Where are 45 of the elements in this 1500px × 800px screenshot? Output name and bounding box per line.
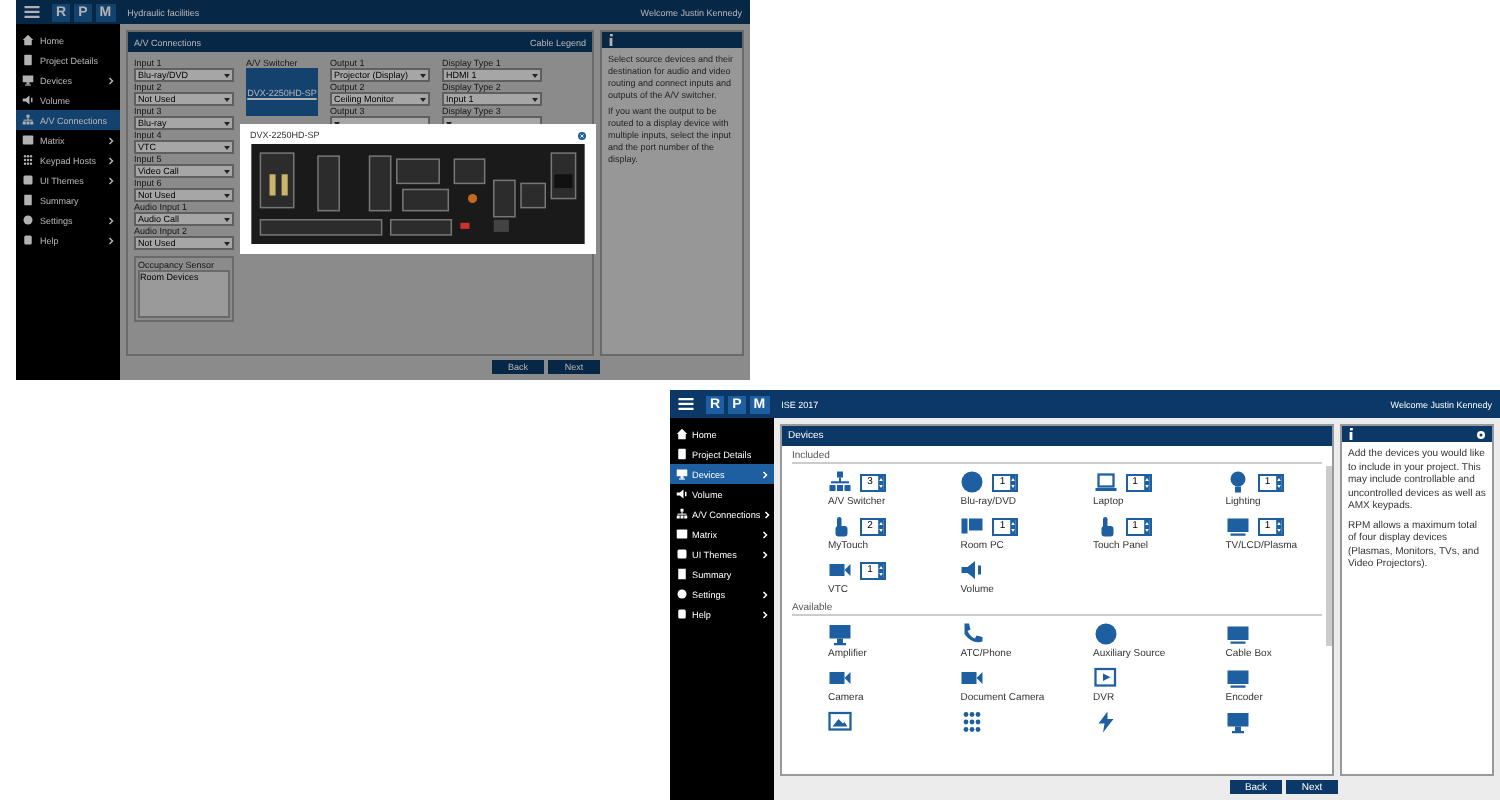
house-icon [22, 34, 34, 46]
spinner-icon[interactable] [1275, 475, 1282, 489]
spinner-icon[interactable] [1143, 519, 1149, 533]
lightning-icon [1093, 710, 1117, 734]
pc-icon [960, 514, 985, 538]
monitor-icon [676, 468, 688, 480]
network-icon [22, 114, 34, 126]
play-icon [1093, 666, 1117, 690]
spinner-icon[interactable] [878, 519, 884, 533]
monitor-icon [22, 74, 34, 86]
info-icon [608, 34, 614, 46]
laptop-icon [1093, 470, 1117, 494]
tv-icon [1225, 666, 1250, 690]
picture-icon [828, 710, 852, 734]
disc-icon [960, 470, 985, 494]
spinner-icon[interactable] [878, 475, 884, 489]
spinner-icon[interactable] [1143, 475, 1149, 489]
monitor-icon [828, 622, 852, 646]
bulb-icon [1225, 470, 1250, 494]
keypad-icon [22, 154, 34, 166]
spinner-icon[interactable] [1010, 519, 1017, 533]
tv-icon [1225, 622, 1250, 646]
camera-icon [960, 666, 985, 690]
scrollbar[interactable] [1326, 466, 1332, 646]
speaker-icon [676, 488, 688, 500]
network-icon [828, 470, 852, 494]
camera-icon [828, 666, 852, 690]
spinner-icon[interactable] [878, 563, 884, 577]
network-icon [676, 508, 688, 520]
spinner-icon[interactable] [1010, 475, 1017, 489]
spinner-icon[interactable] [1275, 519, 1282, 533]
chevron-icon [108, 75, 114, 85]
speaker-icon [22, 94, 34, 106]
close-icon[interactable] [578, 131, 586, 139]
phone-icon [960, 622, 985, 646]
speaker-icon [960, 558, 985, 582]
disc-icon [1093, 622, 1117, 646]
menu-icon[interactable] [678, 398, 694, 410]
camera-icon [828, 558, 852, 582]
chevron-icon [762, 469, 768, 479]
keypad-icon [960, 710, 985, 734]
tv-icon [1225, 514, 1250, 538]
menu-icon[interactable] [24, 6, 40, 18]
monitor-icon [1225, 710, 1250, 734]
house-icon [676, 428, 688, 440]
